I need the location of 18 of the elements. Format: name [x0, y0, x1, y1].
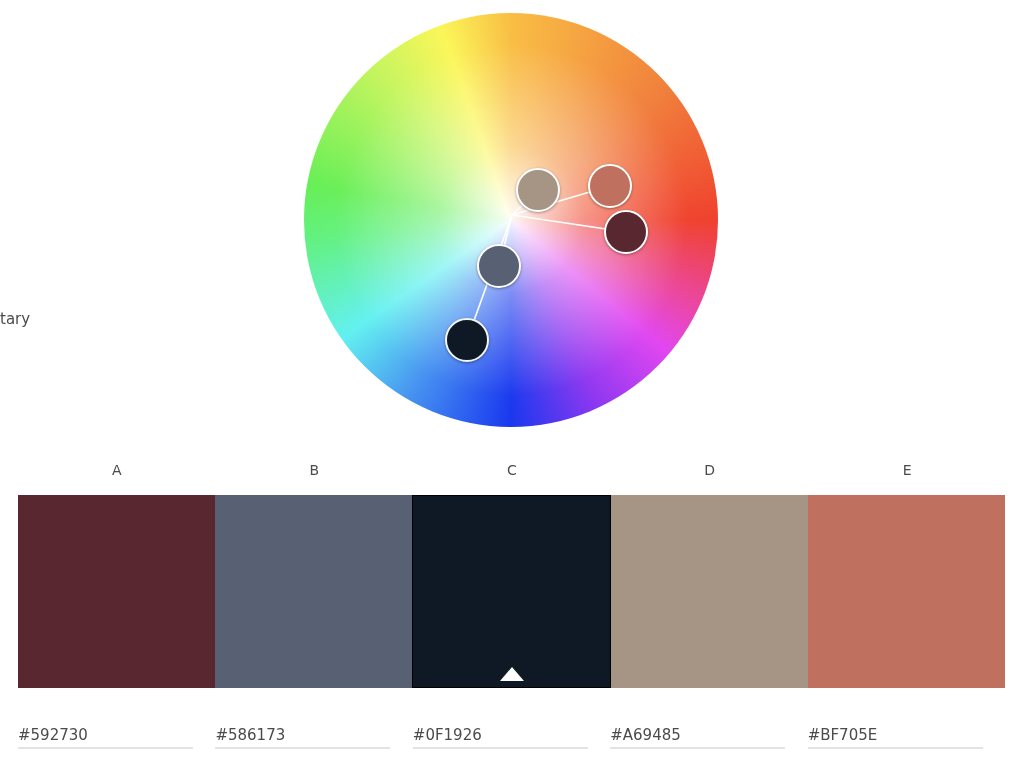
swatch-label: A: [111, 462, 123, 473]
color-swatch[interactable]: [412, 495, 611, 688]
color-swatch[interactable]: [18, 495, 215, 688]
swatch-label: B: [308, 462, 321, 473]
color-swatch[interactable]: [215, 495, 412, 688]
hex-input-field[interactable]: #592730: [18, 724, 193, 749]
swatch-label: D: [703, 462, 716, 473]
color-swatch[interactable]: [808, 495, 1005, 688]
swatch-label: E: [901, 462, 913, 473]
hex-input-field[interactable]: #586173: [215, 724, 391, 749]
hex-input-field[interactable]: #0F1926: [412, 724, 588, 749]
swatch-label: C: [506, 462, 518, 473]
color-handle[interactable]: [445, 318, 489, 362]
hex-input-field[interactable]: #BF705E: [807, 724, 983, 749]
color-swatch[interactable]: [611, 495, 808, 688]
hex-input-field[interactable]: #A69485: [610, 724, 786, 749]
harmony-option[interactable]: tary: [0, 13, 28, 332]
triangle-icon: [499, 667, 524, 681]
